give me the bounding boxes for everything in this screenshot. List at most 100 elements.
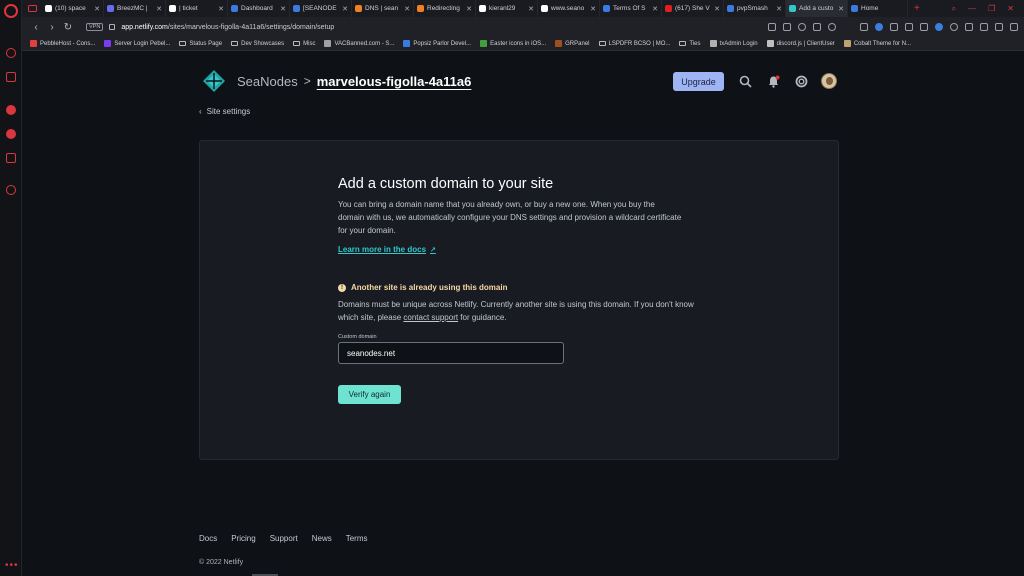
tab-close-icon[interactable]: ✕	[528, 5, 534, 13]
extension-icon[interactable]	[860, 23, 868, 31]
avatar[interactable]	[821, 73, 837, 89]
bookmark-item[interactable]: Misc	[293, 41, 315, 47]
footer-link[interactable]: Docs	[199, 534, 217, 543]
bookmark-item[interactable]: Dev Showcases	[231, 41, 284, 47]
tab-close-icon[interactable]: ✕	[156, 5, 162, 13]
vpn-badge[interactable]: VPN	[86, 23, 104, 31]
browser-tab[interactable]: kieranl29 ✕	[476, 0, 538, 17]
translate-icon[interactable]	[768, 23, 776, 31]
bookmark-item[interactable]: discord.js | ClientUser	[766, 40, 835, 47]
bookmark-item[interactable]: Ties	[679, 41, 701, 47]
send-icon[interactable]	[813, 23, 821, 31]
opera-logo-icon[interactable]	[4, 4, 18, 18]
tab-close-icon[interactable]: ✕	[714, 5, 720, 13]
bookmark-item[interactable]: VACBanned.com - S...	[324, 40, 394, 47]
whatsapp-icon[interactable]	[6, 129, 16, 139]
extension-puzzle-icon[interactable]	[965, 23, 973, 31]
browser-tab[interactable]: Redirecting ✕	[414, 0, 476, 17]
extension-box-icon[interactable]	[905, 23, 913, 31]
browser-tab[interactable]: (617) She V ✕	[662, 0, 724, 17]
tab-close-icon[interactable]: ✕	[466, 5, 472, 13]
browser-tab[interactable]: Terms Of S ✕	[600, 0, 662, 17]
new-tab-icon[interactable]: +	[908, 0, 920, 17]
browser-tab[interactable]: [SEANODE ✕	[290, 0, 352, 17]
minimize-icon[interactable]: —	[968, 4, 976, 13]
contact-support-link[interactable]: contact support	[403, 313, 458, 322]
tab-close-icon[interactable]: ✕	[404, 5, 410, 13]
more-icon[interactable]: •••	[5, 560, 19, 571]
tab-close-icon[interactable]: ✕	[590, 5, 596, 13]
extension-circle-icon[interactable]	[935, 23, 943, 31]
adblock-icon[interactable]	[798, 23, 806, 31]
custom-domain-input[interactable]	[338, 342, 564, 364]
bookmark-item[interactable]: Server Login Pebel...	[104, 40, 170, 47]
tab-close-icon[interactable]: ✕	[280, 5, 286, 13]
bookmark-item[interactable]: LSPDFR BCSO | MO...	[598, 41, 670, 47]
extension-ring-icon[interactable]	[950, 23, 958, 31]
browser-tab[interactable]: pvpSmash ✕	[724, 0, 786, 17]
browser-tab[interactable]: | ticket ✕	[166, 0, 228, 17]
extension-cube-icon[interactable]	[980, 23, 988, 31]
bookmark-heart-icon[interactable]	[828, 23, 836, 31]
browser-tab[interactable]: DNS | sean ✕	[352, 0, 414, 17]
footer-link[interactable]: Pricing	[231, 534, 255, 543]
messenger-icon[interactable]	[6, 105, 16, 115]
url-field[interactable]: app.netlify.com/sites/marvelous-figolla-…	[121, 24, 334, 31]
warning-heading: ! Another site is already using this dom…	[338, 283, 507, 292]
extension-grid-icon[interactable]	[890, 23, 898, 31]
close-window-icon[interactable]: ✕	[1007, 4, 1014, 13]
forward-icon[interactable]: ›	[44, 22, 60, 33]
docs-link[interactable]: Learn more in the docs ↗	[338, 245, 436, 254]
restore-icon[interactable]: ❐	[988, 4, 995, 13]
bookmark-item[interactable]: Cobalt Theme for N...	[843, 40, 911, 47]
upgrade-button[interactable]: Upgrade	[673, 72, 724, 91]
bag-icon[interactable]	[6, 72, 16, 82]
browser-tab[interactable]: BreezMC | ✕	[104, 0, 166, 17]
footer-link[interactable]: Terms	[346, 534, 368, 543]
browser-tab[interactable]: Home	[848, 0, 908, 17]
bookmark-item[interactable]: txAdmin Login	[709, 40, 758, 47]
bookmark-item[interactable]: Status Page	[179, 41, 222, 47]
footer-link[interactable]: Support	[270, 534, 298, 543]
history-icon[interactable]	[6, 185, 16, 195]
bookmark-item[interactable]: Easter icons in iOS...	[480, 40, 546, 47]
instagram-icon[interactable]	[6, 153, 16, 163]
site-name-link[interactable]: marvelous-figolla-4a11a6	[317, 74, 472, 89]
tab-menu[interactable]	[22, 0, 42, 17]
notification-bell-icon[interactable]	[767, 75, 780, 88]
reload-icon[interactable]: ↻	[60, 22, 76, 33]
footer-link[interactable]: News	[312, 534, 332, 543]
tab-close-icon[interactable]: ✕	[342, 5, 348, 13]
tab-favicon-icon	[665, 5, 672, 12]
team-link[interactable]: SeaNodes	[237, 74, 298, 89]
extension-blue-icon[interactable]	[875, 23, 883, 31]
bookmark-item[interactable]: GRPanel	[555, 40, 590, 47]
browser-tab[interactable]: www.seano ✕	[538, 0, 600, 17]
lock-icon[interactable]	[109, 24, 116, 30]
tab-close-icon[interactable]: ✕	[776, 5, 782, 13]
search-icon[interactable]	[739, 75, 752, 88]
speed-dial-icon[interactable]	[6, 48, 16, 58]
help-ring-icon[interactable]	[795, 75, 808, 88]
menu-icon[interactable]	[1010, 23, 1018, 31]
verify-again-button[interactable]: Verify again	[338, 385, 401, 404]
browser-tab[interactable]: Add a custo ✕	[786, 0, 848, 17]
tab-close-icon[interactable]: ✕	[218, 5, 224, 13]
tab-close-icon[interactable]: ✕	[652, 5, 658, 13]
bookmark-label: Status Page	[189, 40, 223, 47]
tab-close-icon[interactable]: ✕	[94, 5, 100, 13]
download-icon[interactable]	[995, 23, 1003, 31]
browser-tab[interactable]: Dashboard ✕	[228, 0, 290, 17]
search-tabs-icon[interactable]: ⌕	[952, 4, 956, 14]
bookmark-favicon-icon	[30, 40, 37, 47]
back-to-site-settings-link[interactable]: ‹ Site settings	[199, 107, 250, 116]
bookmark-item[interactable]: PebbleHost - Cons...	[30, 40, 95, 47]
netlify-logo-icon[interactable]	[203, 70, 225, 92]
tab-close-icon[interactable]: ✕	[838, 5, 844, 13]
browser-tab[interactable]: (10) space ✕	[42, 0, 104, 17]
bookmark-item[interactable]: Popsiz Parlor Devel...	[403, 40, 471, 47]
back-icon[interactable]: ‹	[28, 22, 44, 33]
camera-icon[interactable]	[783, 23, 791, 31]
extension-star-icon[interactable]	[920, 23, 928, 31]
url-host: app.netlify.com	[121, 23, 168, 31]
